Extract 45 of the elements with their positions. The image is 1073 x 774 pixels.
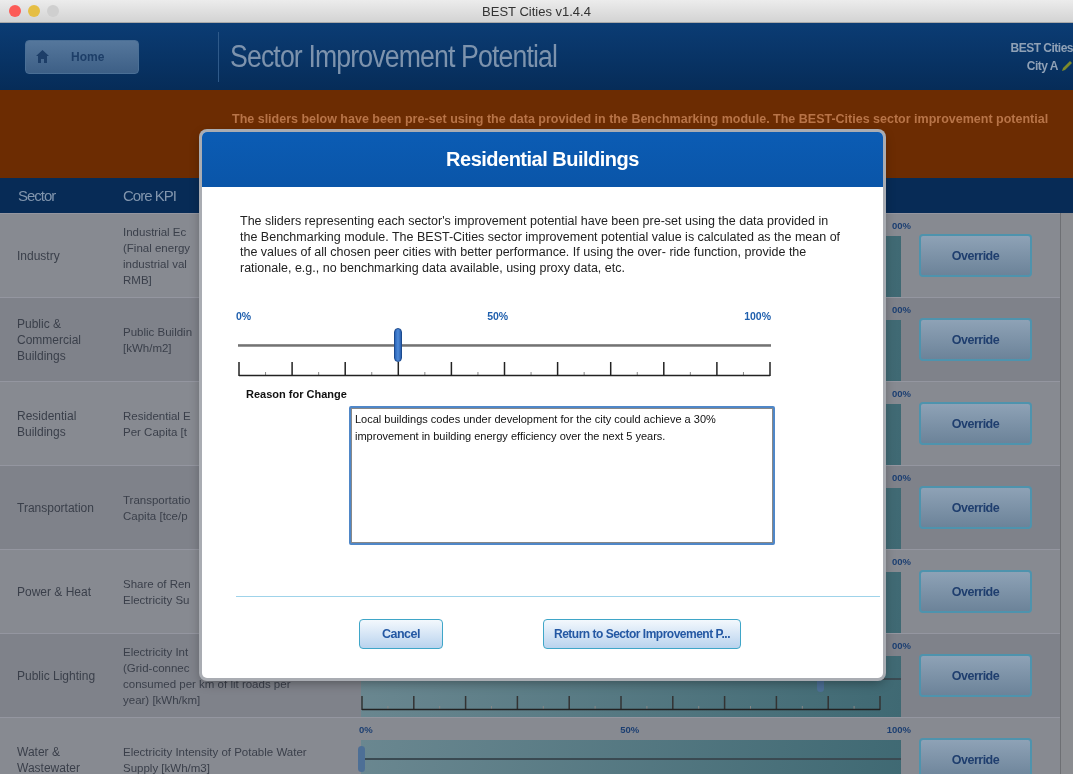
scale-label: 00% bbox=[892, 220, 911, 233]
banner-text: The sliders below have been pre-set using the data provided in the Benchmarking module. The BEST-Cities sector improvement potential bbox=[232, 112, 1049, 126]
override-button[interactable]: Override bbox=[919, 318, 1032, 361]
kpi-text: Electricity Intensity of Potable Water Supply [kWh/m3] bbox=[123, 744, 307, 774]
scale-label: 00% bbox=[892, 472, 911, 485]
column-header: Sector bbox=[18, 187, 57, 204]
reason-field[interactable]: Local buildings codes under development for the city could achieve a 30% improvement in building energy efficiency over the next 5 years. bbox=[349, 406, 775, 545]
kpi-text: Share of Ren Electricity Su bbox=[123, 576, 191, 608]
sector-name: Residential Buildings bbox=[17, 407, 78, 440]
override-button[interactable]: Override bbox=[919, 654, 1032, 697]
scale-label: 0% bbox=[236, 310, 252, 324]
city-name: City A bbox=[1026, 58, 1058, 73]
scale-label: 100% bbox=[744, 310, 771, 324]
scale-label: 50% bbox=[487, 310, 509, 324]
app-name: BEST Cities bbox=[1010, 40, 1073, 55]
sector-name: Industry bbox=[17, 247, 61, 264]
kpi-text: Residential E Per Capita [t bbox=[123, 408, 191, 440]
scale-label: 00% bbox=[892, 304, 911, 317]
override-button[interactable]: Override bbox=[919, 486, 1032, 529]
page-title: Sector Improvement Potential bbox=[230, 38, 558, 75]
override-button[interactable]: Override bbox=[919, 402, 1032, 445]
sector-name: Water & Wastewater bbox=[17, 743, 81, 774]
column-header: Core KPI bbox=[123, 187, 176, 204]
sector-name: Power & Heat bbox=[17, 583, 93, 600]
scale-label: 00% bbox=[892, 388, 911, 401]
override-button[interactable]: Override bbox=[919, 570, 1032, 613]
window-title: BEST Cities v1.4.4 bbox=[482, 3, 591, 19]
cancel-button[interactable]: Cancel bbox=[359, 619, 443, 649]
scale-label: 100% bbox=[886, 724, 911, 737]
sector-name: Public & Commercial Buildings bbox=[17, 315, 82, 364]
sector-name: Public Lighting bbox=[17, 667, 97, 684]
kpi-text: Transportatio Capita [tce/p bbox=[123, 492, 191, 524]
override-button[interactable]: Override bbox=[919, 234, 1032, 277]
override-button[interactable]: Override bbox=[919, 738, 1032, 774]
kpi-text: Industrial Ec (Final energy industrial val RMB] bbox=[123, 224, 191, 288]
dialog-description: The sliders representing each sector's improvement potential have been pre-set using the data provided in the Benchmarking module. The BEST-Cities sector improvement potential value is calculated as the mean of the values of all chosen peer cities with better performance. If using the over- ride function, provide the rationale, e.g., no benchmarking data available, using proxy data, etc. bbox=[240, 214, 842, 276]
scale-label: 00% bbox=[892, 640, 911, 653]
sector-name: Transportation bbox=[17, 499, 95, 516]
reason-label: Reason for Change bbox=[246, 388, 348, 400]
return-button[interactable]: Return to Sector Improvement P... bbox=[543, 619, 741, 649]
kpi-text: Public Buildin [kWh/m2] bbox=[123, 324, 193, 356]
scale-label: 0% bbox=[359, 724, 373, 737]
dialog-title: Residential Buildings bbox=[446, 148, 639, 171]
scale-label: 50% bbox=[620, 724, 640, 737]
scale-label: 00% bbox=[892, 556, 911, 569]
